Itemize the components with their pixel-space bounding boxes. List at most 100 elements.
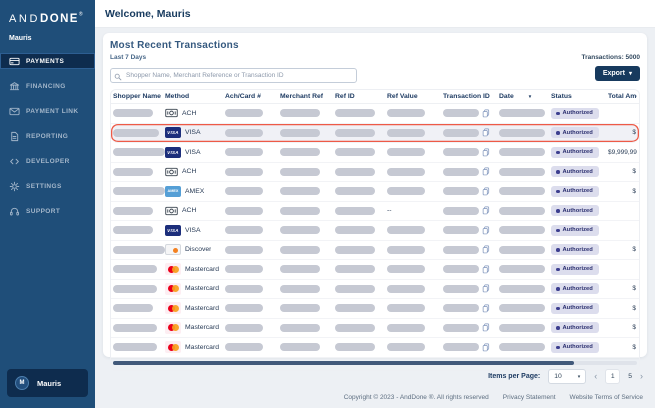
- mastercard-icon: [165, 283, 181, 295]
- current-page-button[interactable]: 1: [605, 369, 620, 384]
- status-dot-icon: [556, 131, 560, 135]
- copy-icon[interactable]: [482, 206, 490, 215]
- copy-icon[interactable]: [482, 304, 490, 313]
- column-header-date[interactable]: Date▼: [499, 93, 551, 100]
- terms-of-service-link[interactable]: Website Terms of Service: [570, 394, 643, 401]
- user-menu[interactable]: M Mauris: [7, 369, 88, 397]
- copy-icon[interactable]: [482, 187, 490, 196]
- cell-total-amount: $: [608, 279, 637, 299]
- copy-icon[interactable]: [482, 284, 490, 293]
- user-name: Mauris: [37, 379, 61, 388]
- placeholder-bar: [499, 285, 545, 293]
- copy-icon[interactable]: [482, 226, 490, 235]
- table-row-highlighted[interactable]: VISAVISAAuthorized$: [111, 124, 639, 144]
- last-page-button[interactable]: 5: [628, 373, 632, 380]
- cell-ref-value: [387, 246, 443, 254]
- cell-shopper-name: [113, 168, 165, 176]
- reporting-icon: [9, 131, 20, 142]
- search-input[interactable]: [110, 68, 357, 83]
- items-per-page-value: 10: [554, 373, 562, 380]
- placeholder-bar: [499, 304, 545, 312]
- status-label: Authorized: [563, 130, 593, 136]
- copy-icon[interactable]: [482, 265, 490, 274]
- placeholder-bar: [387, 324, 425, 332]
- placeholder-bar: [499, 265, 545, 273]
- copy-icon[interactable]: [482, 245, 490, 254]
- sidebar-item-financing[interactable]: FINANCING: [0, 78, 95, 94]
- horizontal-scrollbar-thumb[interactable]: [113, 361, 574, 365]
- table-row[interactable]: MastercardAuthorized$: [111, 319, 639, 339]
- placeholder-bar: [113, 285, 157, 293]
- copy-icon[interactable]: [482, 167, 490, 176]
- sidebar-item-payment-link[interactable]: PAYMENT LINK: [0, 103, 95, 119]
- sort-descending-icon[interactable]: ▼: [528, 94, 532, 99]
- privacy-statement-link[interactable]: Privacy Statement: [503, 394, 556, 401]
- chevron-down-icon: ▾: [578, 374, 581, 380]
- placeholder-bar: [335, 226, 375, 234]
- cell-ref-id: [335, 265, 387, 273]
- placeholder-bar: [280, 343, 320, 351]
- cell-ref-value: [387, 265, 443, 273]
- placeholder-bar: [225, 187, 263, 195]
- copy-icon[interactable]: [482, 343, 490, 352]
- status-label: Authorized: [563, 227, 593, 233]
- cell-date: [499, 285, 551, 293]
- date-range-label: Last 7 Days: [110, 54, 146, 61]
- copy-icon[interactable]: [482, 323, 490, 332]
- sidebar-item-payments[interactable]: PAYMENTS: [0, 53, 95, 69]
- cell-shopper-name: [113, 129, 165, 137]
- status-badge: Authorized: [551, 342, 599, 353]
- items-per-page-select[interactable]: 10 ▾: [548, 369, 586, 384]
- table-row[interactable]: AMEXAMEXAuthorized$: [111, 182, 639, 202]
- export-label: Export: [603, 70, 625, 77]
- table-row[interactable]: ACHAuthorized$: [111, 163, 639, 183]
- cell-method: ACH: [165, 167, 225, 177]
- placeholder-bar: [225, 304, 263, 312]
- top-bar: Welcome, Mauris: [95, 0, 655, 28]
- cell-date: [499, 168, 551, 176]
- cell-merchant-ref: [280, 187, 335, 195]
- export-button[interactable]: Export ▾: [595, 66, 640, 81]
- table-row[interactable]: MastercardAuthorized: [111, 260, 639, 280]
- placeholder-bar: [113, 246, 165, 254]
- prev-page-button[interactable]: ‹: [594, 372, 597, 381]
- amex-icon: AMEX: [165, 186, 181, 197]
- cell-ach-card-number: [225, 304, 280, 312]
- cell-transaction-id: [443, 304, 499, 313]
- table-row[interactable]: VISAVISAAuthorized: [111, 221, 639, 241]
- table-row[interactable]: ACHAuthorized: [111, 104, 639, 124]
- table-row[interactable]: ACH--Authorized: [111, 202, 639, 222]
- placeholder-bar: [387, 226, 425, 234]
- copy-icon[interactable]: [482, 109, 490, 118]
- mastercard-icon: [165, 322, 181, 334]
- sidebar-item-settings[interactable]: SETTINGS: [0, 178, 95, 194]
- horizontal-scrollbar-track[interactable]: [113, 361, 637, 365]
- cell-method: VISAVISA: [165, 147, 225, 158]
- status-badge: Authorized: [551, 225, 599, 236]
- cell-merchant-ref: [280, 148, 335, 156]
- settings-icon: [9, 181, 20, 192]
- placeholder-bar: [499, 148, 545, 156]
- placeholder-bar: [443, 207, 479, 215]
- table-row[interactable]: MastercardAuthorized$: [111, 338, 639, 358]
- table-row[interactable]: MastercardAuthorized$: [111, 280, 639, 300]
- visa-icon: VISA: [165, 147, 181, 158]
- cell-status: Authorized: [551, 166, 608, 177]
- placeholder-bar: [499, 168, 545, 176]
- table-row[interactable]: VISAVISAAuthorized$9,999,99: [111, 143, 639, 163]
- sidebar-item-reporting[interactable]: REPORTING: [0, 128, 95, 144]
- copy-icon[interactable]: [482, 128, 490, 137]
- cell-status: Authorized: [551, 264, 608, 275]
- copy-icon[interactable]: [482, 148, 490, 157]
- sidebar-item-support[interactable]: SUPPORT: [0, 203, 95, 219]
- status-dot-icon: [556, 151, 560, 155]
- table-row[interactable]: DiscoverAuthorized$: [111, 241, 639, 261]
- sidebar-item-developer[interactable]: DEVELOPER: [0, 153, 95, 169]
- placeholder-bar: [280, 109, 320, 117]
- cell-ref-id: [335, 285, 387, 293]
- cell-transaction-id: [443, 226, 499, 235]
- next-page-button[interactable]: ›: [640, 372, 643, 381]
- cell-ref-value: [387, 109, 443, 117]
- cell-date: [499, 226, 551, 234]
- table-row[interactable]: MastercardAuthorized$: [111, 299, 639, 319]
